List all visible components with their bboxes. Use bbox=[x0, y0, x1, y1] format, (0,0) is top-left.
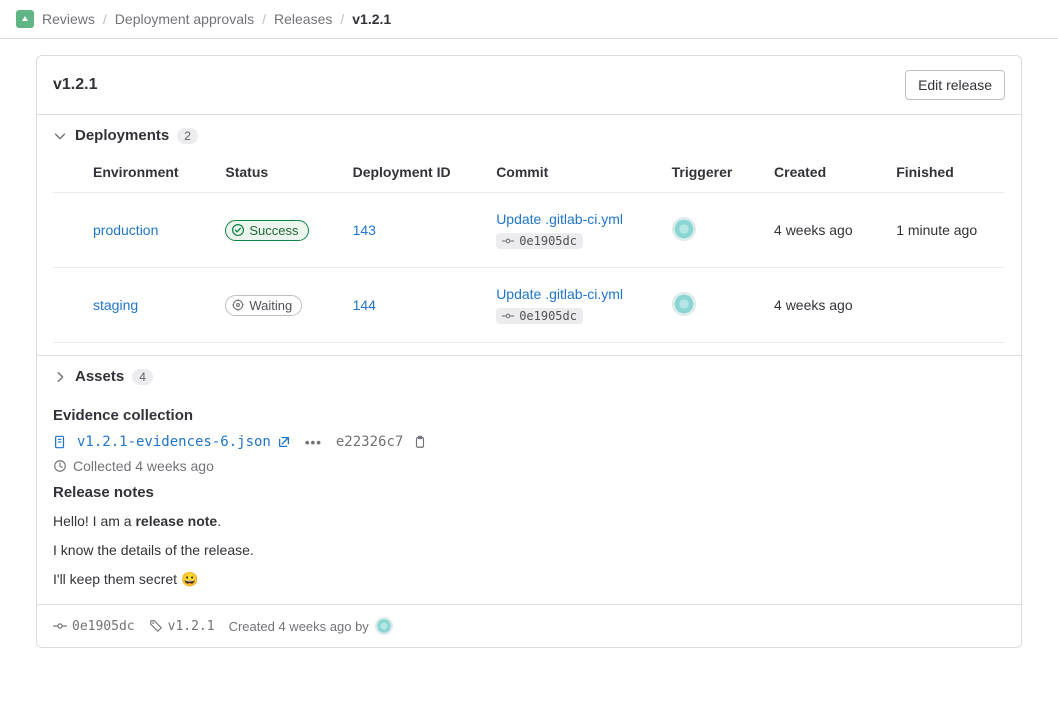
commit-sha-badge[interactable]: 0e1905dc bbox=[496, 308, 583, 324]
evidence-sha: e22326c7 bbox=[336, 434, 403, 450]
col-commit: Commit bbox=[480, 152, 655, 193]
tag-icon bbox=[149, 619, 163, 633]
breadcrumb-item-approvals[interactable]: Deployment approvals bbox=[115, 11, 254, 27]
footer-commit[interactable]: 0e1905dc bbox=[53, 619, 135, 634]
breadcrumb-separator: / bbox=[262, 11, 266, 27]
finished-cell bbox=[880, 268, 1005, 343]
col-environment: Environment bbox=[53, 152, 209, 193]
triggerer-avatar[interactable] bbox=[672, 217, 696, 241]
deployment-row: staging Waiting 144 Update .gitlab-ci.ym… bbox=[53, 268, 1005, 343]
status-badge-waiting[interactable]: Waiting bbox=[225, 295, 302, 316]
release-card: v1.2.1 Edit release Deployments 2 Enviro… bbox=[36, 55, 1022, 648]
evidence-file-link[interactable]: v1.2.1-evidences-6.json bbox=[77, 434, 291, 450]
clipboard-icon[interactable] bbox=[413, 435, 427, 449]
assets-section: Assets 4 bbox=[37, 355, 1021, 397]
release-title: v1.2.1 bbox=[53, 76, 97, 94]
col-status: Status bbox=[209, 152, 336, 193]
deployments-table: Environment Status Deployment ID Commit … bbox=[53, 152, 1005, 343]
deployment-id-link[interactable]: 143 bbox=[353, 222, 376, 238]
created-cell: 4 weeks ago bbox=[758, 193, 880, 268]
assets-count-badge: 4 bbox=[132, 369, 153, 385]
footer-created: Created 4 weeks ago by bbox=[229, 619, 369, 634]
status-label: Waiting bbox=[249, 298, 292, 313]
notes-text: I'll keep them secret 😀 bbox=[53, 569, 1005, 590]
breadcrumb-separator: / bbox=[103, 11, 107, 27]
deployments-toggle[interactable]: Deployments 2 bbox=[53, 127, 1005, 144]
notes-text: Hello! I am a bbox=[53, 513, 135, 529]
commit-icon bbox=[502, 310, 514, 322]
breadcrumb-item-reviews[interactable]: Reviews bbox=[42, 11, 95, 27]
environment-link[interactable]: production bbox=[93, 222, 158, 238]
more-actions-button[interactable]: ••• bbox=[301, 435, 326, 450]
breadcrumb-separator: / bbox=[340, 11, 344, 27]
environment-link[interactable]: staging bbox=[93, 297, 138, 313]
commit-sha-text: 0e1905dc bbox=[519, 309, 577, 323]
status-badge-success[interactable]: Success bbox=[225, 220, 308, 241]
commit-icon bbox=[53, 619, 67, 633]
edit-release-button[interactable]: Edit release bbox=[905, 70, 1005, 100]
footer-tag[interactable]: v1.2.1 bbox=[149, 619, 215, 634]
status-label: Success bbox=[249, 223, 298, 238]
document-icon bbox=[53, 435, 67, 449]
assets-toggle[interactable]: Assets 4 bbox=[53, 368, 1005, 385]
chevron-right-icon bbox=[53, 370, 67, 384]
breadcrumb: Reviews / Deployment approvals / Release… bbox=[0, 0, 1058, 39]
deployments-title: Deployments bbox=[75, 127, 169, 144]
release-notes-title: Release notes bbox=[53, 484, 1005, 501]
deployment-row: production Success 143 Update .gitlab-ci… bbox=[53, 193, 1005, 268]
commit-message-link[interactable]: Update .gitlab-ci.yml bbox=[496, 211, 623, 227]
created-cell: 4 weeks ago bbox=[758, 268, 880, 343]
deployment-id-link[interactable]: 144 bbox=[353, 297, 376, 313]
evidence-collected-text: Collected 4 weeks ago bbox=[73, 458, 214, 474]
commit-icon bbox=[502, 235, 514, 247]
evidence-section: Evidence collection v1.2.1-evidences-6.j… bbox=[37, 397, 1021, 474]
footer-tag-text: v1.2.1 bbox=[168, 619, 215, 634]
commit-sha-text: 0e1905dc bbox=[519, 234, 577, 248]
commit-message-link[interactable]: Update .gitlab-ci.yml bbox=[496, 286, 623, 302]
notes-bold: release note bbox=[135, 513, 217, 529]
col-deploy-id: Deployment ID bbox=[337, 152, 481, 193]
release-header: v1.2.1 Edit release bbox=[37, 56, 1021, 115]
chevron-down-icon bbox=[53, 129, 67, 143]
evidence-filename: v1.2.1-evidences-6.json bbox=[77, 434, 271, 450]
commit-sha-badge[interactable]: 0e1905dc bbox=[496, 233, 583, 249]
release-notes-section: Release notes Hello! I am a release note… bbox=[37, 474, 1021, 590]
project-avatar[interactable] bbox=[16, 10, 34, 28]
breadcrumb-item-releases[interactable]: Releases bbox=[274, 11, 332, 27]
release-notes-body: Hello! I am a release note. I know the d… bbox=[53, 511, 1005, 590]
notes-text: . bbox=[217, 513, 221, 529]
finished-cell: 1 minute ago bbox=[880, 193, 1005, 268]
release-footer: 0e1905dc v1.2.1 Created 4 weeks ago by bbox=[37, 604, 1021, 647]
author-avatar[interactable] bbox=[375, 617, 393, 635]
check-circle-icon bbox=[231, 223, 245, 237]
breadcrumb-item-current: v1.2.1 bbox=[352, 11, 391, 27]
evidence-collected: Collected 4 weeks ago bbox=[53, 458, 1005, 474]
external-link-icon bbox=[277, 435, 291, 449]
triggerer-avatar[interactable] bbox=[672, 292, 696, 316]
deployments-count-badge: 2 bbox=[177, 128, 198, 144]
col-finished: Finished bbox=[880, 152, 1005, 193]
notes-text: I know the details of the release. bbox=[53, 540, 1005, 561]
footer-commit-sha: 0e1905dc bbox=[72, 619, 135, 634]
deployments-section: Deployments 2 Environment Status Deploym… bbox=[37, 115, 1021, 355]
evidence-title: Evidence collection bbox=[53, 407, 1005, 424]
col-created: Created bbox=[758, 152, 880, 193]
clock-icon bbox=[53, 459, 67, 473]
gear-icon bbox=[231, 298, 245, 312]
assets-title: Assets bbox=[75, 368, 124, 385]
col-triggerer: Triggerer bbox=[656, 152, 758, 193]
